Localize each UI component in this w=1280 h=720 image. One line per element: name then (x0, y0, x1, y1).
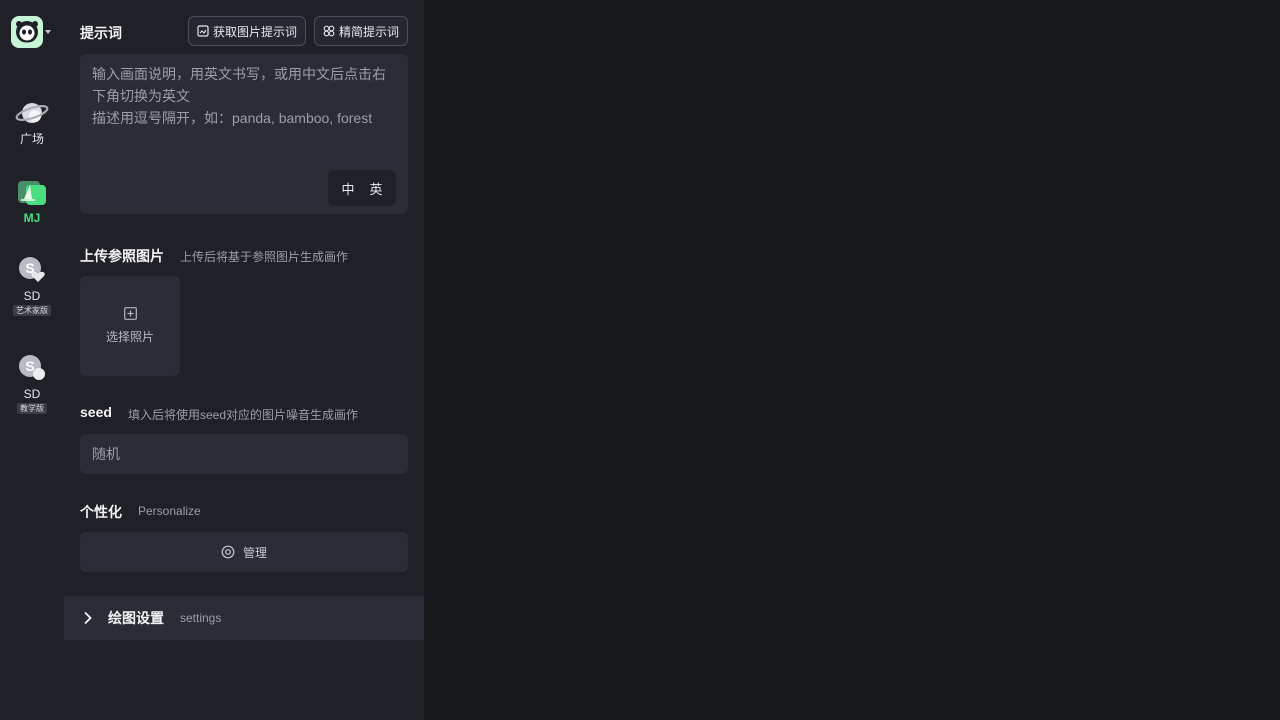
simplify-icon (323, 25, 335, 37)
drawing-settings-hint: settings (180, 611, 222, 625)
get-image-prompt-label: 获取图片提示词 (213, 24, 298, 39)
nav-item-sd-teaching[interactable]: S SD 教学版 (0, 351, 64, 414)
logo-dropdown-caret-icon[interactable] (45, 30, 51, 34)
prompt-placeholder: 输入画面说明，用英文书写，或用中文后点击右下角切换为英文描述用逗号隔开，如：pa… (92, 63, 396, 129)
seed-title: seed (80, 404, 112, 420)
sd-ball-icon: S (15, 351, 49, 385)
nav-item-plaza[interactable]: 广场 (0, 96, 64, 146)
sd-heart-icon: S (15, 253, 49, 287)
generation-panel: 提示词 获取图片提示词 精简提示词 输入画面说明，用英文书写，或用中文后点击右下… (64, 0, 424, 720)
prompt-textarea[interactable]: 输入画面说明，用英文书写，或用中文后点击右下角切换为英文描述用逗号隔开，如：pa… (80, 54, 408, 214)
image-scan-icon (197, 25, 209, 37)
simplify-prompt-label: 精简提示词 (339, 24, 400, 39)
nav-item-sd-artist[interactable]: S SD 艺术家版 (0, 253, 64, 316)
manage-personalize-button[interactable]: 管理 (80, 532, 408, 572)
prompt-title: 提示词 (80, 25, 122, 41)
choose-photo-button[interactable]: 选择照片 (80, 276, 180, 376)
prompt-placeholder-line2: 描述用逗号隔开，如：panda, bamboo, forest (92, 110, 373, 126)
get-image-prompt-button[interactable]: 获取图片提示词 (188, 16, 307, 46)
panda-logo-icon (16, 21, 38, 45)
upload-title: 上传参照图片 (80, 248, 164, 264)
chevron-right-icon (84, 611, 92, 625)
personalize-title: 个性化 (80, 504, 122, 520)
drawing-settings-title: 绘图设置 (108, 610, 164, 626)
seed-input[interactable] (80, 434, 408, 474)
choose-photo-label: 选择照片 (105, 330, 154, 344)
upload-hint: 上传后将基于参照图片生成画作 (180, 250, 349, 264)
lang-en-option[interactable]: 英 (369, 179, 382, 198)
plus-square-icon (123, 307, 137, 320)
personalize-hint: Personalize (138, 504, 201, 518)
prompt-placeholder-line1: 输入画面说明，用英文书写，或用中文后点击右下角切换为英文 (92, 66, 386, 104)
nav-badge-teaching: 教学版 (17, 403, 47, 414)
language-toggle[interactable]: 中 英 (328, 170, 396, 206)
app-logo[interactable] (11, 16, 43, 48)
lang-zh-option[interactable]: 中 (341, 179, 354, 198)
side-nav: 广场 MJ S SD 艺术家版 S SD 教学版 (0, 0, 64, 720)
nav-label-sd-teaching: SD (23, 387, 41, 401)
simplify-prompt-button[interactable]: 精简提示词 (314, 16, 409, 46)
manage-label: 管理 (242, 545, 267, 560)
nav-badge-artist: 艺术家版 (13, 305, 51, 316)
nav-label-sd-artist: SD (23, 289, 41, 303)
nav-item-mj[interactable]: MJ (0, 175, 64, 225)
mj-sail-icon (15, 175, 49, 209)
target-icon (221, 545, 235, 559)
planet-icon (15, 96, 49, 130)
seed-hint: 填入后将使用seed对应的图片噪音生成画作 (128, 408, 359, 422)
svg-text:S: S (25, 358, 34, 374)
drawing-settings-toggle[interactable]: 绘图设置 settings (64, 596, 424, 640)
nav-label-plaza: 广场 (19, 132, 44, 146)
canvas-area (424, 0, 1280, 720)
nav-label-mj: MJ (23, 211, 41, 225)
